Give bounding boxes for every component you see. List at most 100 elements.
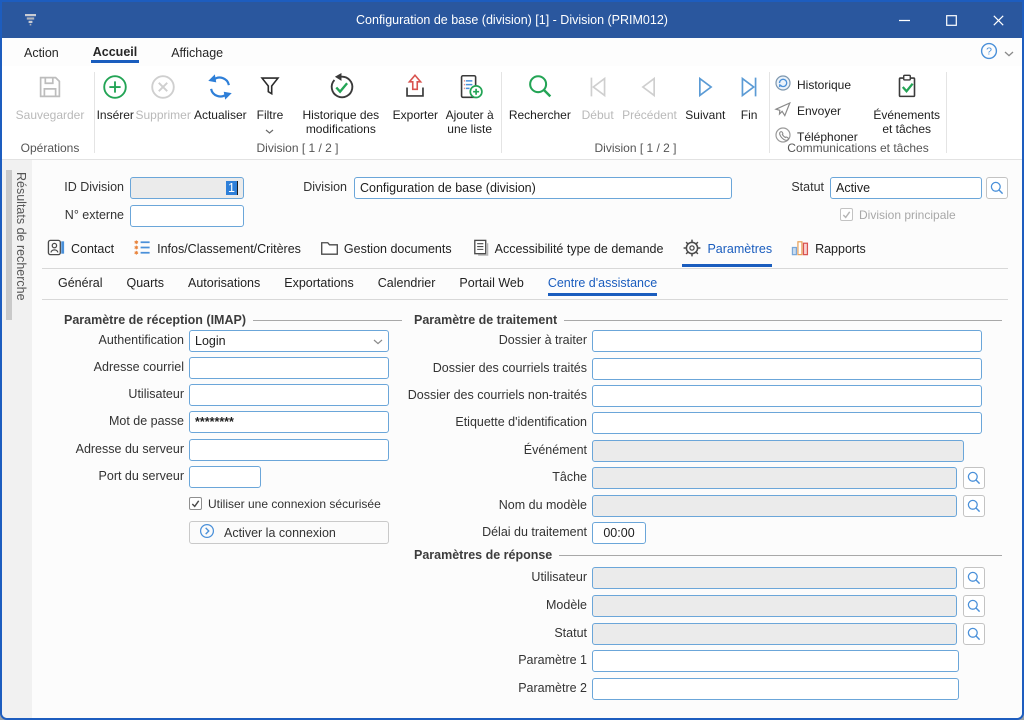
tab-gestion-documents[interactable]: Gestion documents: [320, 238, 452, 266]
group-label-communications: Communications et tâches: [770, 141, 946, 155]
svg-text:?: ?: [986, 46, 992, 58]
insert-button[interactable]: Insérer: [95, 66, 135, 122]
first-record-icon: [583, 72, 613, 105]
numero-externe-label: N° externe: [40, 208, 124, 222]
previous-record-button[interactable]: Précédent: [620, 66, 678, 122]
statut-lookup-button[interactable]: [986, 177, 1008, 199]
next-record-icon: [690, 72, 720, 105]
division-principale-checkbox[interactable]: [840, 208, 853, 221]
filter-dropdown-chevron-icon[interactable]: [265, 124, 274, 138]
subtab-portail-web[interactable]: Portail Web: [459, 276, 523, 296]
main-tab-strip: Contact Infos/Classement/Critères Gestio…: [47, 238, 866, 266]
next-record-button[interactable]: Suivant: [681, 66, 729, 122]
export-button[interactable]: Exporter: [391, 66, 439, 122]
delai-traitement-field[interactable]: 00:00: [592, 522, 646, 544]
tab-infos-classement-criteres[interactable]: Infos/Classement/Critères: [133, 238, 301, 266]
search-results-label: Résultats de recherche: [14, 172, 28, 301]
tab-rapports[interactable]: Rapports: [791, 238, 866, 266]
magnifier-icon: [966, 598, 982, 614]
traitement-section-header: Paramètre de traitement: [414, 313, 1002, 327]
history-modifications-button[interactable]: Historique des modifications: [290, 66, 391, 136]
dossier-a-traiter-field[interactable]: [592, 330, 982, 352]
etiquette-identification-label: Etiquette d'identification: [414, 415, 587, 429]
activate-arrow-icon: [199, 523, 215, 542]
utilisateur-imap-field[interactable]: [189, 384, 389, 406]
maximize-button[interactable]: [928, 2, 975, 38]
refresh-button[interactable]: Actualiser: [191, 66, 250, 122]
connexion-securisee-checkbox[interactable]: [189, 497, 202, 510]
ribbon-separator: [946, 72, 947, 153]
check-icon: [842, 211, 851, 219]
utilisateur-reponse-field[interactable]: [592, 567, 957, 589]
panel-grip[interactable]: [6, 170, 12, 320]
etiquette-identification-field[interactable]: [592, 412, 982, 434]
id-division-field[interactable]: 1: [130, 177, 244, 199]
check-icon: [191, 500, 200, 508]
modele-reponse-field[interactable]: [592, 595, 957, 617]
last-record-button[interactable]: Fin: [732, 66, 766, 122]
adresse-serveur-field[interactable]: [189, 439, 389, 461]
tache-lookup-button[interactable]: [963, 467, 985, 489]
ribbon-group-division-1: Insérer Supprimer Actualiser: [95, 66, 500, 159]
nom-du-modele-field[interactable]: [592, 495, 957, 517]
filter-button[interactable]: Filtre: [250, 66, 290, 138]
previous-record-icon: [634, 72, 664, 105]
group-label-division-2: Division [ 1 / 2 ]: [502, 141, 769, 155]
tab-parametres[interactable]: Paramètres: [682, 238, 772, 267]
statut-reponse-lookup-button[interactable]: [963, 623, 985, 645]
magnifier-icon: [966, 570, 982, 586]
subtab-quarts[interactable]: Quarts: [126, 276, 164, 296]
ribbon-toolbar: Sauvegarder Opérations Insérer Su: [2, 66, 1022, 160]
activer-connexion-button[interactable]: Activer la connexion: [189, 521, 389, 544]
adresse-courriel-field[interactable]: [189, 357, 389, 379]
tab-contact[interactable]: Contact: [47, 238, 114, 266]
gear-icon: [682, 238, 702, 261]
send-button[interactable]: Envoyer: [774, 100, 867, 121]
parametre-2-field[interactable]: [592, 678, 959, 700]
dossier-courriels-non-traites-field[interactable]: [592, 385, 982, 407]
app-icon: [24, 13, 37, 31]
mot-de-passe-label: Mot de passe: [54, 414, 184, 428]
menu-accueil[interactable]: Accueil: [91, 41, 139, 63]
port-serveur-field[interactable]: [189, 466, 261, 488]
tab-accessibilite-type-demande[interactable]: Accessibilité type de demande: [471, 238, 664, 266]
dossier-courriels-traites-field[interactable]: [592, 358, 982, 380]
history-button[interactable]: Historique: [774, 74, 867, 95]
ribbon-collapse-chevron-icon[interactable]: [1004, 45, 1014, 63]
authentification-select[interactable]: Login: [189, 330, 389, 352]
tache-field[interactable]: [592, 467, 957, 489]
evenement-field[interactable]: [592, 440, 964, 462]
nom-du-modele-lookup-button[interactable]: [963, 495, 985, 517]
close-button[interactable]: [975, 2, 1022, 38]
magnifier-icon: [966, 626, 982, 642]
subtab-calendrier[interactable]: Calendrier: [378, 276, 436, 296]
subtab-centre-assistance[interactable]: Centre d'assistance: [548, 276, 657, 296]
contact-icon: [47, 238, 66, 260]
events-tasks-button[interactable]: Événements et tâches: [867, 66, 946, 147]
search-button[interactable]: Rechercher: [505, 66, 575, 122]
minimize-button[interactable]: [881, 2, 928, 38]
menu-affichage[interactable]: Affichage: [169, 42, 225, 63]
statut-reponse-field[interactable]: [592, 623, 957, 645]
statut-field[interactable]: Active: [830, 177, 982, 199]
modele-reponse-lookup-button[interactable]: [963, 595, 985, 617]
first-record-button[interactable]: Début: [578, 66, 618, 122]
division-field[interactable]: Configuration de base (division): [354, 177, 732, 199]
subtab-autorisations[interactable]: Autorisations: [188, 276, 260, 296]
add-to-list-button[interactable]: Ajouter à une liste: [439, 66, 500, 136]
modele-reponse-label: Modèle: [414, 598, 587, 612]
help-icon[interactable]: ?: [980, 42, 998, 65]
statut-reponse-label: Statut: [414, 626, 587, 640]
menu-action[interactable]: Action: [22, 42, 61, 63]
save-button[interactable]: Sauvegarder: [16, 66, 85, 122]
subtab-general[interactable]: Général: [58, 276, 102, 296]
mot-de-passe-field[interactable]: ********: [189, 411, 389, 433]
division-principale-label: Division principale: [859, 208, 956, 222]
utilisateur-reponse-lookup-button[interactable]: [963, 567, 985, 589]
subtab-exportations[interactable]: Exportations: [284, 276, 353, 296]
parametre-1-field[interactable]: [592, 650, 959, 672]
app-window: Configuration de base (division) [1] - D…: [0, 0, 1024, 720]
numero-externe-field[interactable]: [130, 205, 244, 227]
search-results-panel-tab[interactable]: Résultats de recherche: [2, 160, 32, 718]
delete-button[interactable]: Supprimer: [135, 66, 190, 122]
